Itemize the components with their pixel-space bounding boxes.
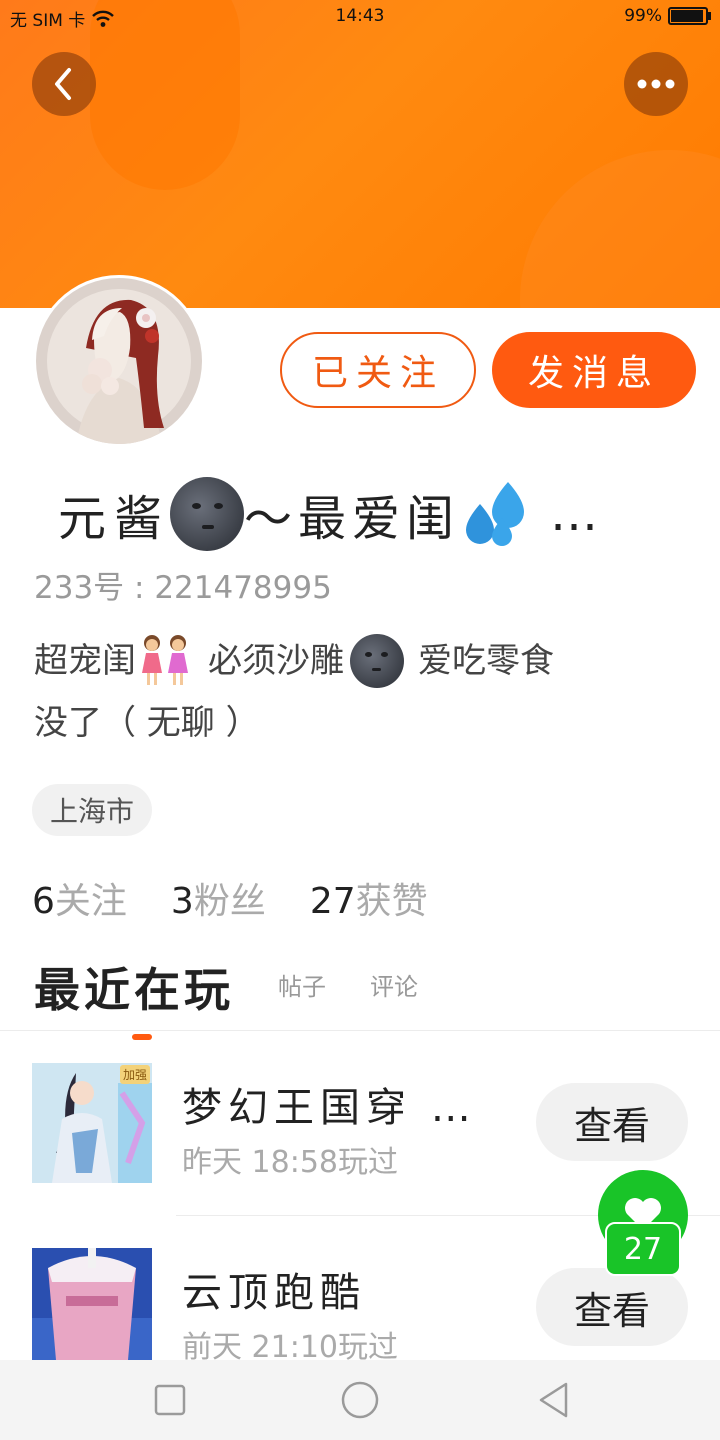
battery-percent: 99% xyxy=(624,6,662,26)
tab-posts[interactable]: 帖子 xyxy=(278,967,326,1020)
likes-stat: 27获赞 xyxy=(309,881,428,922)
game-thumbnail: 加强 xyxy=(32,1063,152,1183)
avatar-illustration xyxy=(36,278,202,444)
back-nav-icon[interactable] xyxy=(536,1381,572,1419)
name-ellipsis: … xyxy=(550,486,599,542)
moon-face-icon xyxy=(170,477,245,551)
followers-stat[interactable]: 3粉丝 xyxy=(171,872,266,924)
bio-text: 超宠闺 xyxy=(34,641,136,681)
battery-level xyxy=(671,10,703,22)
two-girls-icon xyxy=(142,635,188,685)
divider xyxy=(0,1030,720,1031)
view-button[interactable]: 查看 xyxy=(536,1083,688,1161)
bio-text: 没了（ 无聊 ） xyxy=(34,703,260,743)
user-id: 233号 : 221478995 xyxy=(34,570,332,606)
recent-apps-icon[interactable] xyxy=(153,1383,187,1417)
banner-decoration xyxy=(520,150,720,308)
game-thumbnail xyxy=(32,1248,152,1360)
battery-icon xyxy=(668,7,711,25)
more-button[interactable] xyxy=(624,52,688,116)
profile-name: 元酱 ～最爱闺 … xyxy=(58,474,598,554)
back-button[interactable] xyxy=(32,52,96,116)
profile-tabs: 最近在玩 帖子 评论 xyxy=(34,950,418,1040)
moon-face-icon xyxy=(350,634,404,688)
profile-stats: 6关注 3粉丝 27获赞 xyxy=(32,872,428,924)
bio-text: 爱吃零食 xyxy=(418,641,554,681)
status-bar: 无 SIM 卡 14:43 99% xyxy=(0,0,720,34)
game-title: 云顶跑酷 xyxy=(182,1270,366,1316)
tab-comments[interactable]: 评论 xyxy=(370,967,418,1020)
name-text: ～最爱闺 xyxy=(244,491,461,547)
following-stat[interactable]: 6关注 xyxy=(32,872,127,924)
sweat-droplets-icon xyxy=(466,482,525,546)
avatar[interactable] xyxy=(36,278,202,444)
game-title: 梦幻王国穿 … xyxy=(182,1085,477,1131)
system-nav-bar xyxy=(0,1360,720,1440)
home-icon[interactable] xyxy=(340,1380,380,1420)
like-count: 27 xyxy=(605,1222,681,1276)
name-text: 元酱 xyxy=(58,491,171,547)
send-message-button[interactable]: 发消息 xyxy=(492,332,696,408)
location-tag: 上海市 xyxy=(32,784,153,836)
bio: 超宠闺 必须沙雕 爱吃零食 没了（ 无聊 ） xyxy=(34,630,694,754)
profile-banner xyxy=(0,0,720,308)
bio-text: 必须沙雕 xyxy=(208,641,344,681)
last-played: 昨天 18:58玩过 xyxy=(182,1145,398,1180)
view-button[interactable]: 查看 xyxy=(536,1268,688,1346)
following-button[interactable]: 已关注 xyxy=(280,332,476,408)
active-tab-indicator xyxy=(132,1034,152,1040)
more-horizontal-icon xyxy=(637,79,675,89)
badge: 加强 xyxy=(119,1065,150,1084)
chevron-left-icon xyxy=(55,68,71,100)
clock: 14:43 xyxy=(335,6,385,26)
tab-recently-played[interactable]: 最近在玩 xyxy=(34,954,234,1040)
